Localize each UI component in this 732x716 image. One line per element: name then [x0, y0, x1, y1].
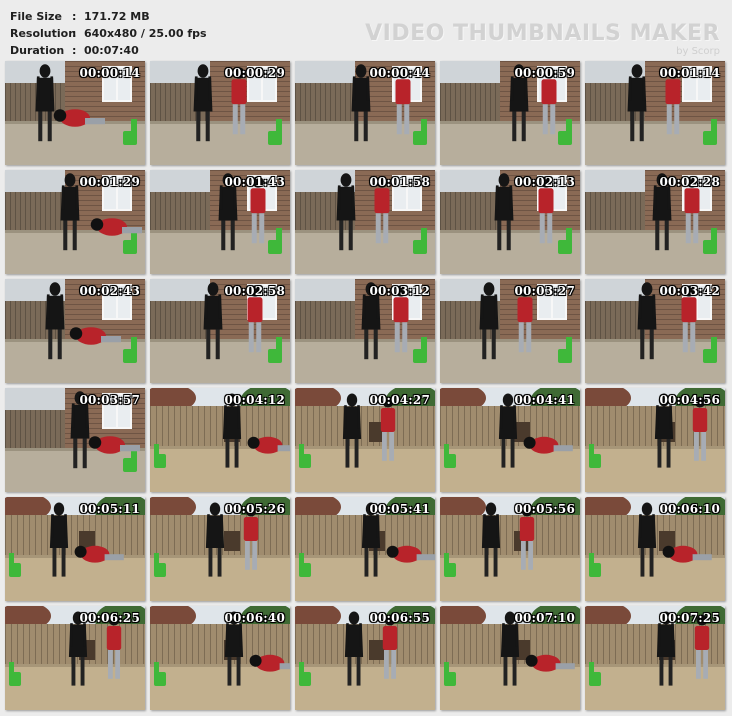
- thumbnail-timestamp: 00:06:40: [224, 611, 285, 625]
- info-value: 640x480 / 25.00 fps: [84, 27, 207, 40]
- thumbnail-timestamp: 00:07:25: [659, 611, 720, 625]
- contact-sheet: File Size : 171.72 MB Resolution : 640x4…: [0, 0, 732, 716]
- video-thumbnail[interactable]: 00:03:42: [585, 279, 725, 383]
- thumbnail-timestamp: 00:01:58: [369, 175, 430, 189]
- video-thumbnail[interactable]: 00:07:10: [440, 606, 580, 710]
- info-value: 00:07:40: [84, 44, 139, 57]
- video-thumbnail[interactable]: 00:06:55: [295, 606, 435, 710]
- thumbnail-timestamp: 00:00:59: [514, 66, 575, 80]
- thumbnail-grid: 00:00:14 00:00:29 00:00:44 00:00:59 00:01:14…: [5, 61, 725, 710]
- video-thumbnail[interactable]: 00:02:28: [585, 170, 725, 274]
- video-thumbnail[interactable]: 00:05:41: [295, 497, 435, 601]
- video-thumbnail[interactable]: 00:05:11: [5, 497, 145, 601]
- video-thumbnail[interactable]: 00:00:14: [5, 61, 145, 165]
- video-thumbnail[interactable]: 00:02:43: [5, 279, 145, 383]
- video-thumbnail[interactable]: 00:00:59: [440, 61, 580, 165]
- video-thumbnail[interactable]: 00:01:29: [5, 170, 145, 274]
- thumbnail-timestamp: 00:01:29: [79, 175, 140, 189]
- thumbnail-timestamp: 00:00:44: [369, 66, 430, 80]
- video-thumbnail[interactable]: 00:03:57: [5, 388, 145, 492]
- video-thumbnail[interactable]: 00:05:26: [150, 497, 290, 601]
- file-info-panel: File Size : 171.72 MB Resolution : 640x4…: [10, 8, 207, 59]
- video-thumbnail[interactable]: 00:04:41: [440, 388, 580, 492]
- info-label: Duration: [10, 44, 65, 57]
- thumbnail-timestamp: 00:02:58: [224, 284, 285, 298]
- thumbnail-timestamp: 00:05:56: [514, 502, 575, 516]
- thumbnail-timestamp: 00:01:43: [224, 175, 285, 189]
- info-label: File Size: [10, 10, 62, 23]
- video-thumbnail[interactable]: 00:04:56: [585, 388, 725, 492]
- video-thumbnail[interactable]: 00:00:44: [295, 61, 435, 165]
- thumbnail-timestamp: 00:03:57: [79, 393, 140, 407]
- info-value: 171.72 MB: [84, 10, 150, 23]
- thumbnail-timestamp: 00:05:26: [224, 502, 285, 516]
- video-thumbnail[interactable]: 00:01:58: [295, 170, 435, 274]
- thumbnail-timestamp: 00:04:41: [514, 393, 575, 407]
- thumbnail-timestamp: 00:04:56: [659, 393, 720, 407]
- video-thumbnail[interactable]: 00:04:27: [295, 388, 435, 492]
- video-thumbnail[interactable]: 00:01:43: [150, 170, 290, 274]
- thumbnail-timestamp: 00:01:14: [659, 66, 720, 80]
- thumbnail-timestamp: 00:02:43: [79, 284, 140, 298]
- video-thumbnail[interactable]: 00:06:25: [5, 606, 145, 710]
- info-label: Resolution: [10, 27, 77, 40]
- thumbnail-timestamp: 00:03:12: [369, 284, 430, 298]
- video-thumbnail[interactable]: 00:04:12: [150, 388, 290, 492]
- info-row-resolution: Resolution : 640x480 / 25.00 fps: [10, 27, 207, 40]
- thumbnail-timestamp: 00:07:10: [514, 611, 575, 625]
- thumbnail-timestamp: 00:04:12: [224, 393, 285, 407]
- thumbnail-timestamp: 00:04:27: [369, 393, 430, 407]
- video-thumbnail[interactable]: 00:07:25: [585, 606, 725, 710]
- video-thumbnail[interactable]: 00:01:14: [585, 61, 725, 165]
- video-thumbnail[interactable]: 00:06:10: [585, 497, 725, 601]
- thumbnail-timestamp: 00:03:27: [514, 284, 575, 298]
- brand-title: VIDEO THUMBNAILS MAKER: [365, 21, 720, 46]
- video-thumbnail[interactable]: 00:06:40: [150, 606, 290, 710]
- thumbnail-timestamp: 00:02:28: [659, 175, 720, 189]
- info-row-duration: Duration : 00:07:40: [10, 44, 139, 57]
- thumbnail-timestamp: 00:00:14: [79, 66, 140, 80]
- thumbnail-timestamp: 00:03:42: [659, 284, 720, 298]
- video-thumbnail[interactable]: 00:02:58: [150, 279, 290, 383]
- thumbnail-timestamp: 00:02:13: [514, 175, 575, 189]
- video-thumbnail[interactable]: 00:00:29: [150, 61, 290, 165]
- thumbnail-timestamp: 00:06:25: [79, 611, 140, 625]
- info-row-file-size: File Size : 171.72 MB: [10, 10, 150, 23]
- thumbnail-timestamp: 00:00:29: [224, 66, 285, 80]
- thumbnail-timestamp: 00:05:41: [369, 502, 430, 516]
- thumbnail-timestamp: 00:05:11: [79, 502, 140, 516]
- thumbnail-timestamp: 00:06:55: [369, 611, 430, 625]
- video-thumbnail[interactable]: 00:03:12: [295, 279, 435, 383]
- brand-subtitle: by Scorp: [676, 46, 720, 57]
- brand-watermark: VIDEO THUMBNAILS MAKER by Scorp: [365, 22, 720, 58]
- video-thumbnail[interactable]: 00:05:56: [440, 497, 580, 601]
- video-thumbnail[interactable]: 00:03:27: [440, 279, 580, 383]
- thumbnail-timestamp: 00:06:10: [659, 502, 720, 516]
- video-thumbnail[interactable]: 00:02:13: [440, 170, 580, 274]
